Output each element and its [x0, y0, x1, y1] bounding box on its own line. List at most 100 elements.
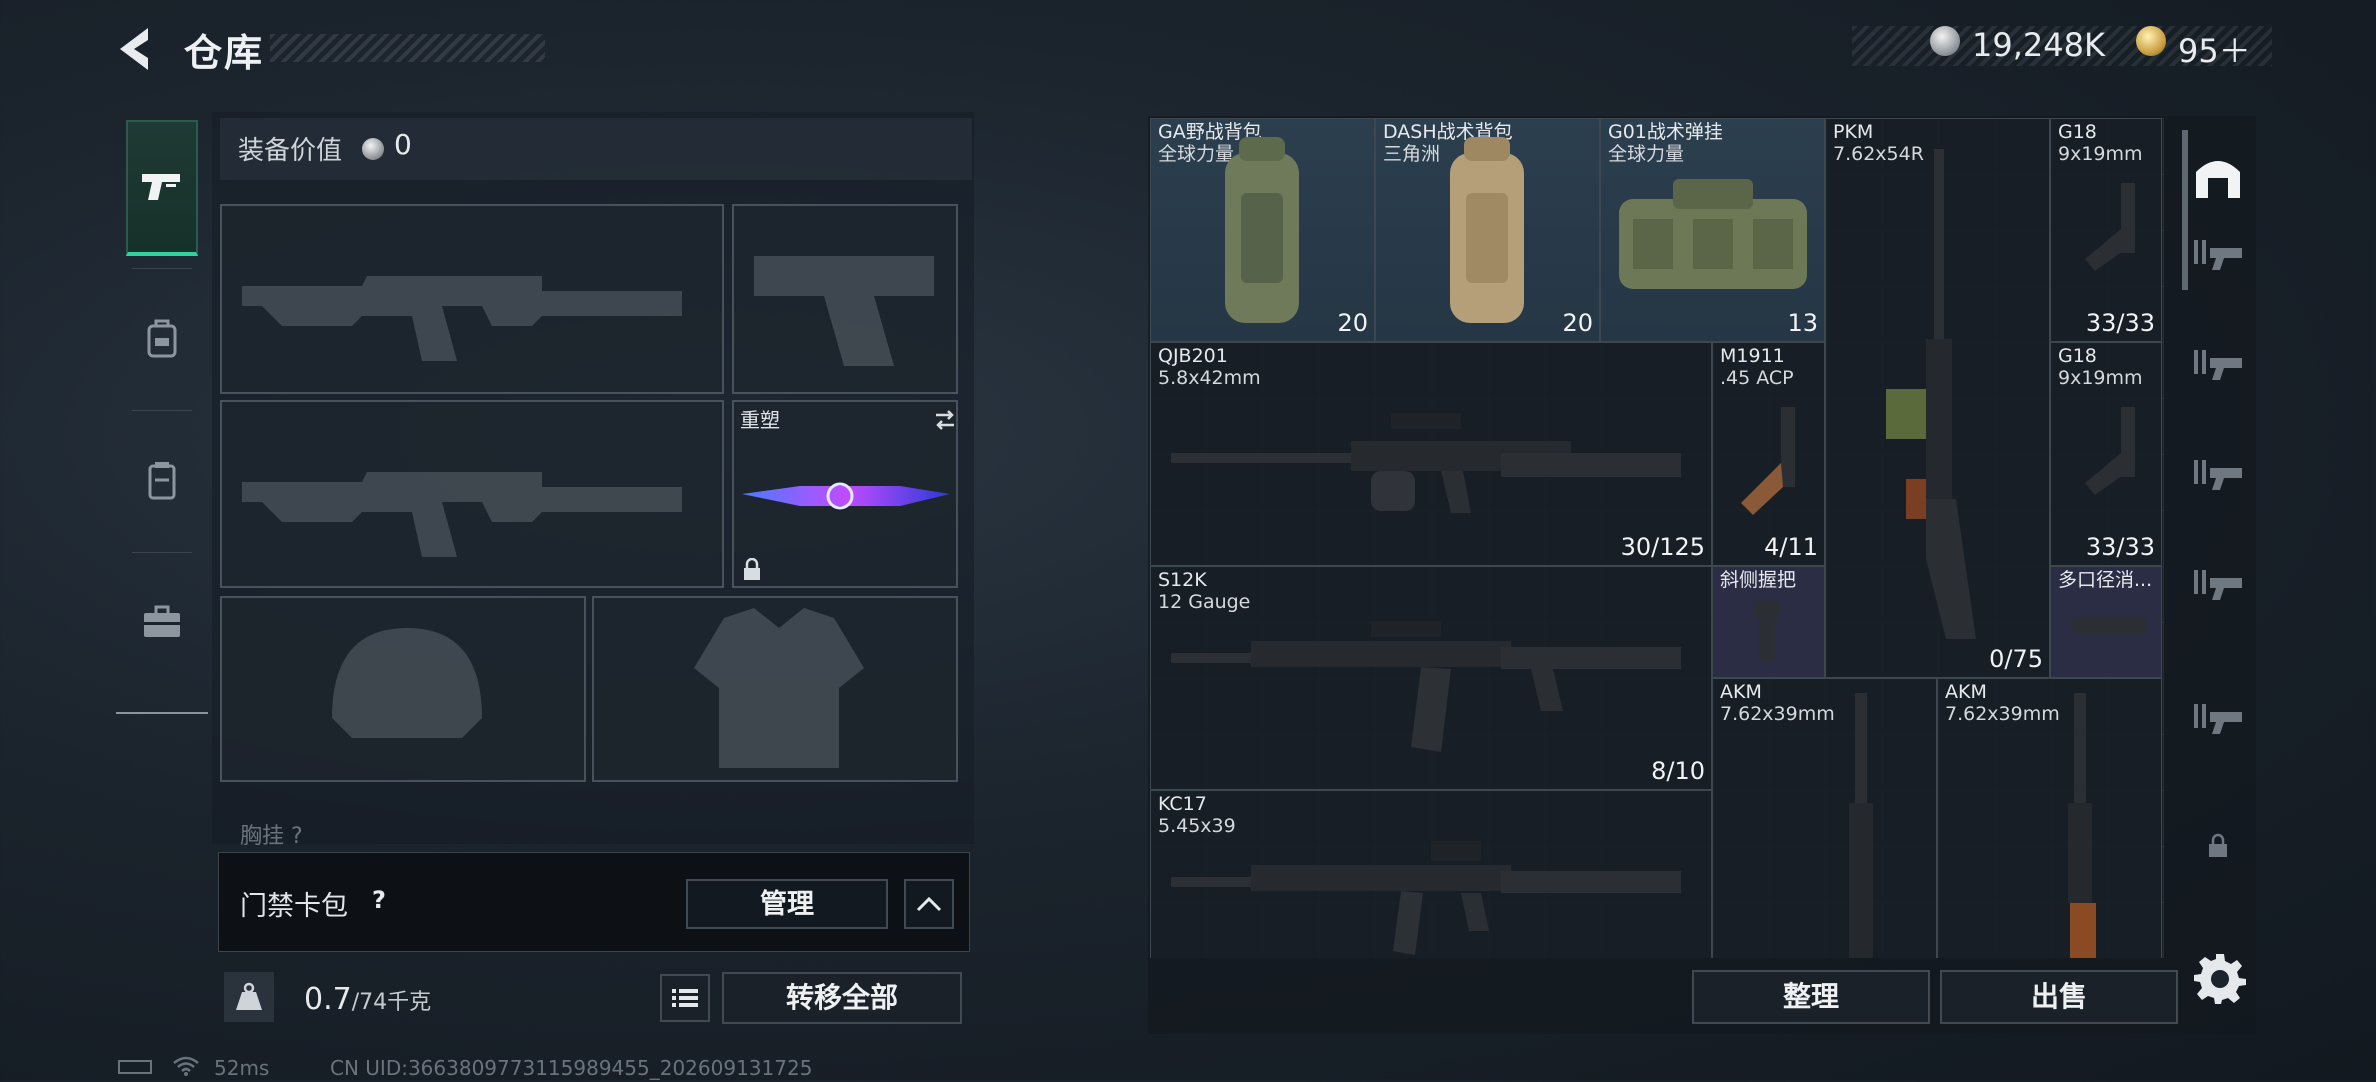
scrollbar[interactable] [2182, 130, 2188, 290]
inventory-item[interactable]: G01战术弹挂 全球力量 13 [1600, 118, 1825, 342]
inventory-item[interactable]: G18 9x19mm 33/33 [2050, 118, 2162, 342]
item-ammo: 8/10 [1651, 757, 1705, 785]
backpack-icon [147, 319, 177, 358]
item-subtitle: 7.62x39mm [1720, 703, 1835, 725]
pistol-image [2085, 407, 2135, 495]
equipment-value: 0 [394, 128, 412, 161]
lock-icon [744, 558, 760, 580]
rifle-image [2068, 693, 2096, 958]
knife-skin-image [742, 482, 950, 510]
inventory-item[interactable]: QJB201 5.8x42mm 30/125 [1150, 342, 1712, 566]
tab-category-2[interactable] [2190, 336, 2246, 392]
item-subtitle: 9x19mm [2058, 367, 2143, 389]
tertiary-weapon-slot[interactable] [220, 400, 724, 588]
sell-button[interactable]: 出售 [1940, 970, 2178, 1024]
shotgun-image [1171, 621, 1681, 752]
item-subtitle: .45 ACP [1720, 367, 1794, 389]
loadout-category-nav [116, 118, 208, 714]
swap-icon [936, 410, 954, 430]
item-name: QJB201 [1158, 345, 1228, 367]
tab-all[interactable] [2190, 150, 2246, 206]
help-icon[interactable]: ? [364, 885, 394, 915]
primary-weapon-slot[interactable] [220, 204, 724, 394]
inventory-item[interactable]: KC17 5.45x39 [1150, 790, 1712, 958]
back-button[interactable] [112, 22, 160, 76]
inventory-item[interactable]: S12K 12 Gauge 8/10 [1150, 566, 1712, 790]
wifi-icon [172, 1055, 200, 1082]
armor-silhouette-icon [694, 608, 864, 768]
manage-button[interactable]: 管理 [686, 879, 888, 929]
ping-value: 52ms [214, 1056, 270, 1080]
suppressor-image [2071, 617, 2147, 633]
secondary-weapon-slot[interactable] [732, 204, 958, 394]
helmet-silhouette-icon [332, 628, 482, 738]
tab-category-5[interactable] [2190, 690, 2246, 746]
equipment-value-label: 装备价值 [238, 136, 343, 166]
inventory-item[interactable]: GA野战背包 全球力量 20 [1150, 118, 1375, 342]
helmet-slot[interactable] [220, 596, 586, 782]
item-name: G18 [2058, 345, 2097, 367]
inventory-item[interactable]: AKM 7.62x39mm [1937, 678, 2162, 958]
gold-currency-value[interactable]: 95＋ [2178, 26, 2251, 72]
nav-armor[interactable] [126, 270, 198, 406]
chest-rig-label: 胸挂 ? [240, 824, 303, 849]
tab-locked[interactable] [2190, 818, 2246, 874]
item-name: KC17 [1158, 793, 1207, 815]
sort-button[interactable]: 整理 [1692, 970, 1930, 1024]
item-name: AKM [1945, 681, 1987, 703]
item-name: G01战术弹挂 [1608, 121, 1723, 143]
warehouse-icon [2196, 161, 2240, 198]
item-ammo: 0/75 [1989, 645, 2043, 673]
silver-currency-value: 19,248K [1972, 26, 2105, 64]
inventory-category-tabs [2182, 130, 2254, 1030]
tab-category-1[interactable] [2190, 226, 2246, 282]
inventory-item[interactable]: 斜侧握把 [1712, 566, 1825, 678]
item-subtitle: 三角洲 [1383, 143, 1441, 165]
pistol-icon [142, 174, 180, 200]
rifle-category-icon [2194, 704, 2242, 734]
pistol-image [1741, 407, 1795, 515]
item-name: S12K [1158, 569, 1207, 591]
rifle-silhouette-icon [242, 276, 682, 361]
inventory-item[interactable]: 多口径消... [2050, 566, 2162, 678]
rifle-category-icon [2194, 240, 2242, 270]
carry-weight: 0.7/74千克 [304, 982, 431, 1017]
tab-category-4[interactable] [2190, 556, 2246, 612]
inventory-item[interactable]: DASH战术背包 三角洲 20 [1375, 118, 1600, 342]
nav-gear[interactable] [126, 412, 198, 548]
chevron-up-icon [916, 896, 942, 912]
list-icon [672, 989, 698, 1007]
item-subtitle: 全球力量 [1608, 143, 1685, 165]
tab-category-3[interactable] [2190, 446, 2246, 502]
lock-icon [2209, 833, 2227, 857]
body-armor-slot[interactable] [592, 596, 958, 782]
nav-case[interactable] [126, 554, 198, 690]
skin-slot-label: 重塑 [740, 408, 780, 432]
inventory-item[interactable]: G18 9x19mm 33/33 [2050, 342, 2162, 566]
carry-weight-max: /74千克 [351, 990, 432, 1015]
list-view-button[interactable] [660, 974, 710, 1022]
battery-icon [118, 1060, 152, 1074]
nav-weapons[interactable] [126, 120, 198, 256]
briefcase-icon [144, 605, 180, 637]
carry-weight-current: 0.7 [304, 982, 352, 1017]
user-uid: CN UID:3663809773115989455_202609131725 [330, 1056, 813, 1080]
item-name: M1911 [1720, 345, 1785, 367]
inventory-item[interactable]: PKM 7.62x54R 0/75 [1825, 118, 2050, 678]
silver-coin-icon [362, 138, 384, 160]
rifle-image [1171, 841, 1681, 955]
gear-icon [2194, 954, 2246, 1004]
inventory-item[interactable]: AKM 7.62x39mm [1712, 678, 1937, 958]
vest-icon [148, 462, 176, 500]
item-ammo: 4/11 [1764, 533, 1818, 561]
rifle-category-icon [2194, 460, 2242, 490]
settings-button[interactable] [2194, 952, 2250, 1008]
wifi-signal-icon [173, 1056, 199, 1076]
collapse-button[interactable] [904, 879, 954, 929]
transfer-all-button[interactable]: 转移全部 [722, 972, 962, 1024]
item-name: G18 [2058, 121, 2097, 143]
inventory-item[interactable]: M1911 .45 ACP 4/11 [1712, 342, 1825, 566]
machine-gun-image [1886, 149, 1976, 639]
kg-weight-icon [236, 982, 262, 1010]
item-name: AKM [1720, 681, 1762, 703]
